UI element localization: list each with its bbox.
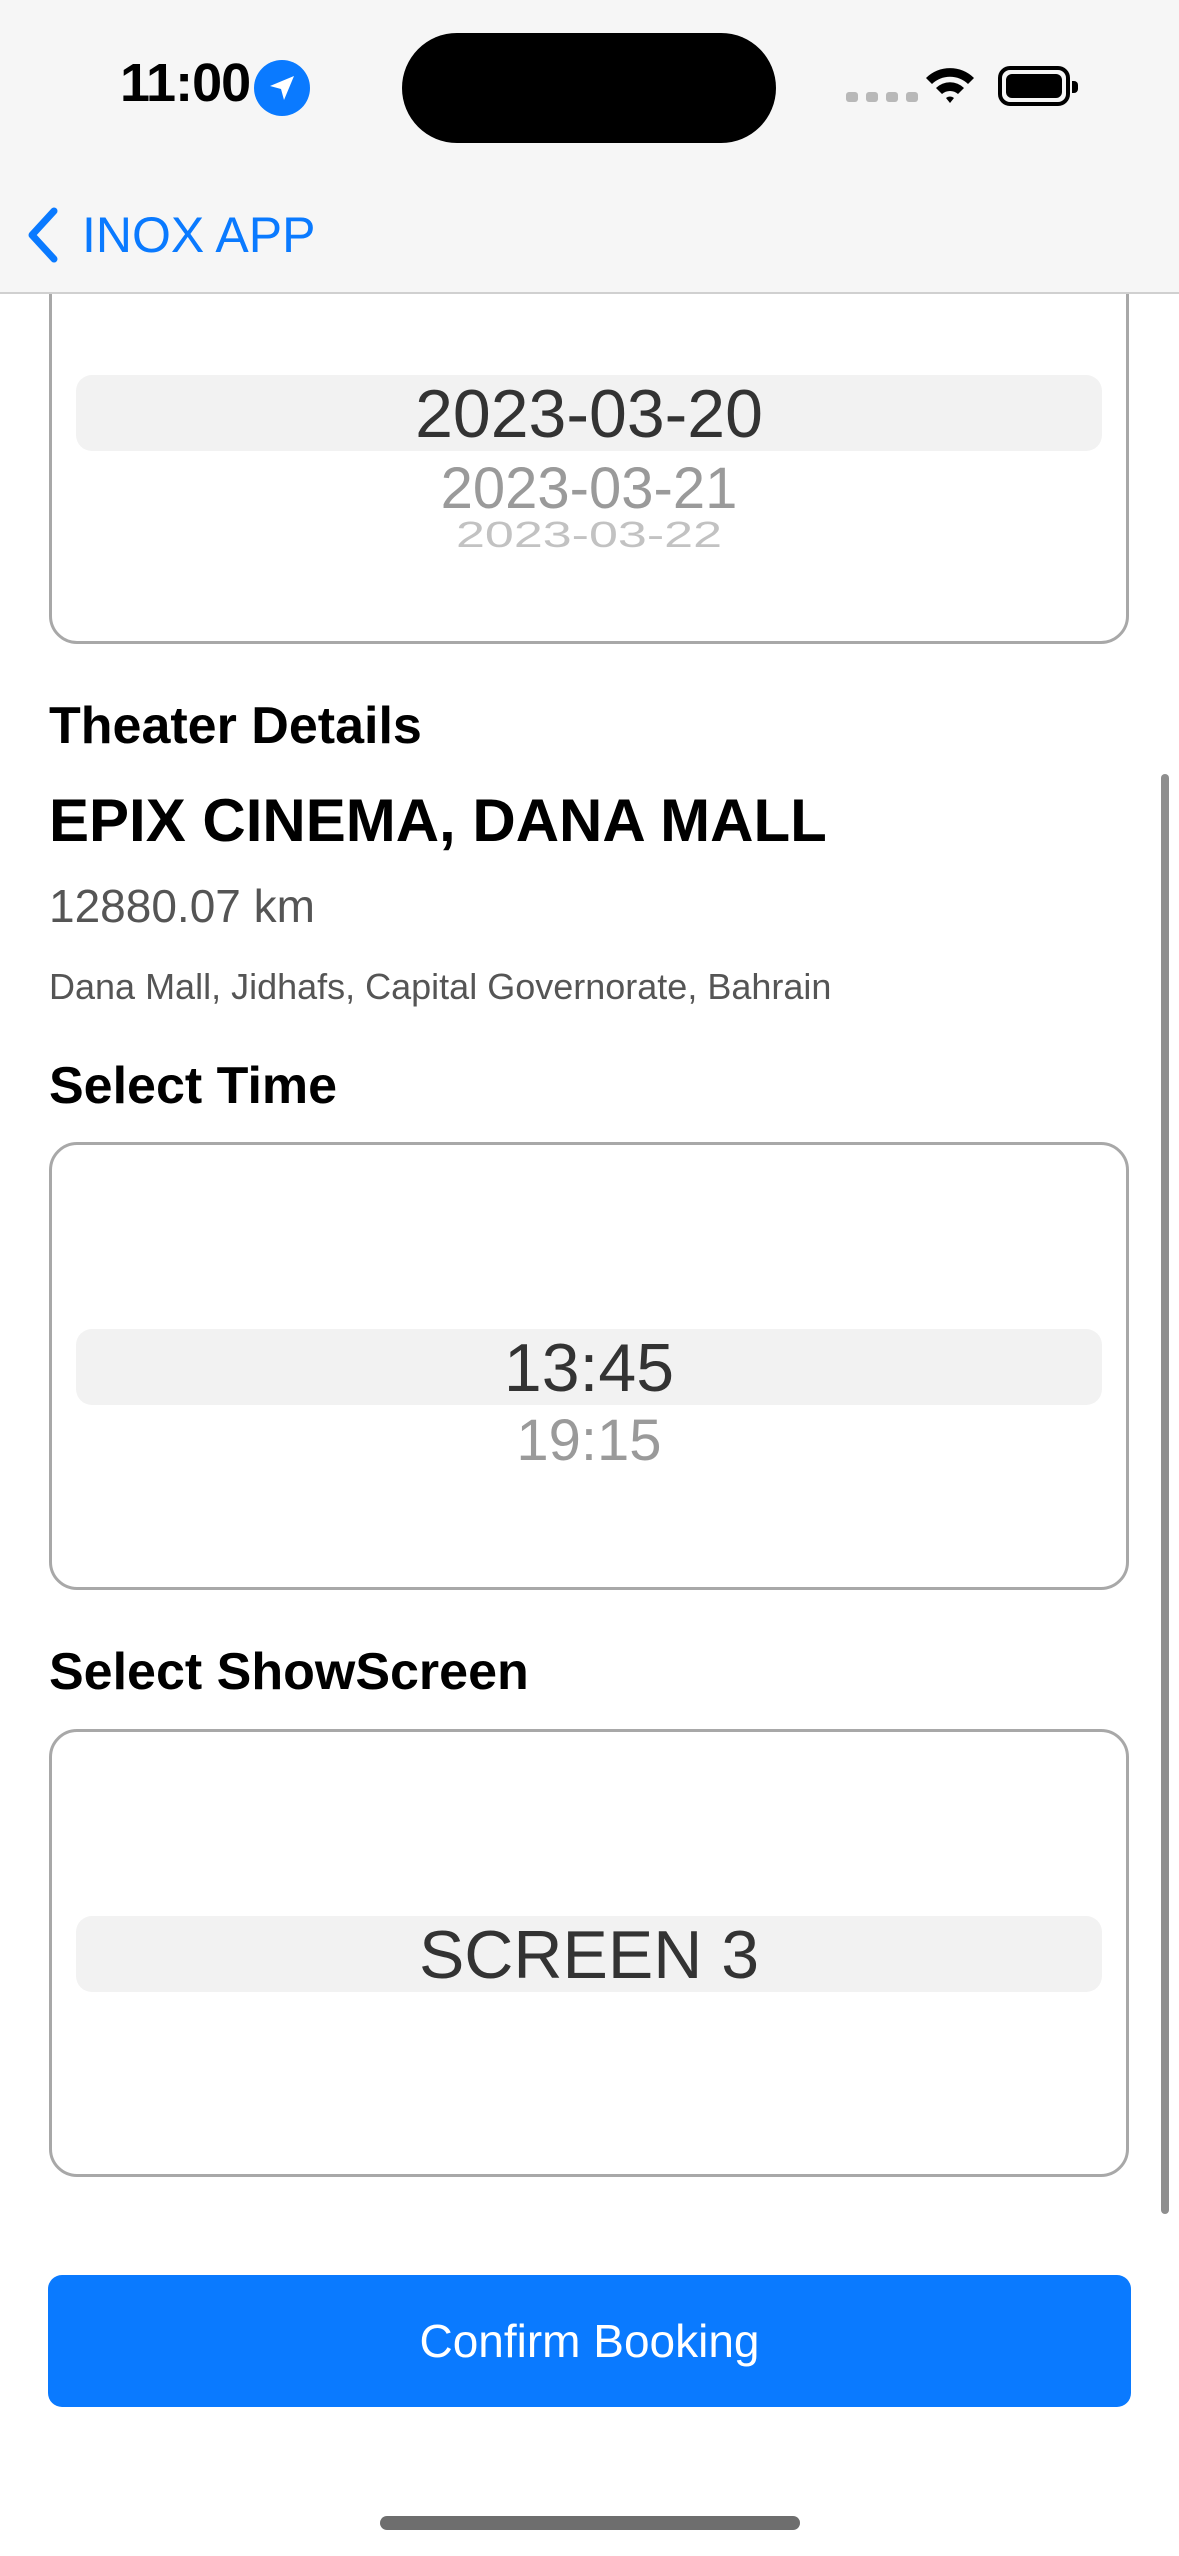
theater-address: Dana Mall, Jidhafs, Capital Governorate,…	[49, 966, 832, 1007]
cellular-signal-icon	[846, 92, 918, 102]
wifi-icon	[922, 62, 978, 111]
battery-icon	[998, 66, 1078, 106]
theater-details-heading: Theater Details	[49, 697, 422, 755]
time-picker[interactable]: 13:45 19:15	[49, 1142, 1129, 1590]
navigation-bar: INOX APP	[0, 180, 1179, 294]
confirm-booking-button[interactable]: Confirm Booking	[48, 2275, 1131, 2407]
date-option-selected[interactable]: 2023-03-20	[52, 375, 1126, 453]
status-time: 11:00	[120, 53, 251, 113]
screen-picker[interactable]: SCREEN 3	[49, 1729, 1129, 2177]
screen-option-selected[interactable]: SCREEN 3	[52, 1916, 1126, 1994]
theater-name: EPIX CINEMA, DANA MALL	[49, 787, 827, 854]
status-bar: 11:00	[0, 0, 1179, 180]
theater-distance: 12880.07 km	[49, 880, 315, 932]
back-button[interactable]: INOX APP	[24, 200, 315, 270]
select-showscreen-heading: Select ShowScreen	[49, 1643, 529, 1701]
time-option-selected[interactable]: 13:45	[52, 1329, 1126, 1407]
date-picker[interactable]: 2023-03-20 2023-03-21 2023-03-22	[49, 294, 1129, 644]
chevron-left-icon	[28, 207, 58, 263]
back-button-label: INOX APP	[82, 207, 316, 263]
date-option[interactable]: 2023-03-22	[52, 514, 1126, 556]
booking-content[interactable]: 2023-03-20 2023-03-21 2023-03-22 Theater…	[0, 294, 1179, 2556]
dynamic-island	[402, 33, 776, 143]
location-arrow-icon	[254, 60, 310, 116]
time-option[interactable]: 19:15	[52, 1407, 1126, 1474]
home-indicator[interactable]	[380, 2516, 800, 2530]
select-time-heading: Select Time	[49, 1057, 338, 1115]
scroll-indicator	[1161, 774, 1169, 2214]
date-option[interactable]: 2023-03-21	[52, 455, 1126, 522]
